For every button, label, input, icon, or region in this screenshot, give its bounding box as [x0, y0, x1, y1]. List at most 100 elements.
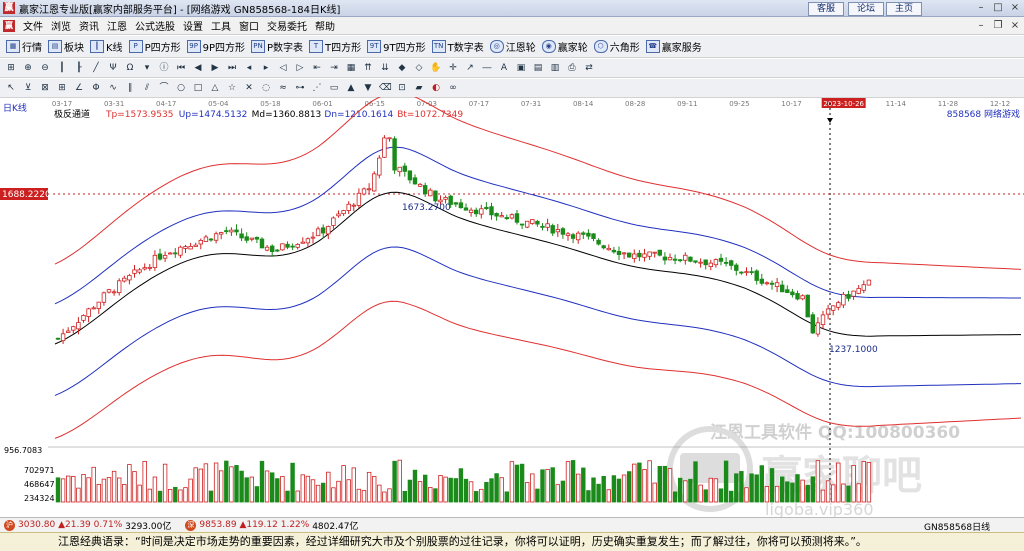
close-icon[interactable]: ×: [1009, 2, 1021, 14]
child-restore-icon[interactable]: ❐: [992, 20, 1004, 32]
toolbar-hexagon-button[interactable]: ⬡ 六角形: [593, 39, 640, 54]
horizontal-line-icon[interactable]: ―: [481, 62, 493, 74]
first-page-icon[interactable]: ⏮: [175, 62, 187, 74]
align-top-icon[interactable]: ⇈: [362, 62, 374, 74]
gann-grid-icon[interactable]: ⊞: [56, 82, 68, 94]
menu-news[interactable]: 资讯: [79, 18, 99, 33]
wave-icon[interactable]: ≈: [277, 82, 289, 94]
chart-icon[interactable]: ▥: [549, 62, 561, 74]
toolbar-9p-square-button[interactable]: 9P 9P四方形: [186, 39, 245, 54]
save-layout-icon[interactable]: ▰: [413, 82, 425, 94]
child-minimize-icon[interactable]: –: [975, 20, 987, 32]
toolbar-quotes-button[interactable]: ▦ 行情: [6, 39, 42, 54]
child-close-icon[interactable]: ×: [1009, 20, 1021, 32]
prev-page-icon[interactable]: ◀: [192, 62, 204, 74]
grid-toggle-icon[interactable]: ▦: [345, 62, 357, 74]
dropdown-icon[interactable]: ▾: [141, 62, 153, 74]
menu-settings[interactable]: 设置: [183, 18, 203, 33]
menu-gann[interactable]: 江恩: [107, 18, 127, 33]
minimize-icon[interactable]: –: [975, 2, 987, 14]
mark-down-icon[interactable]: ▼: [362, 82, 374, 94]
candle-body: [688, 256, 693, 262]
candle-style-icon[interactable]: ┃: [56, 62, 68, 74]
volume-bar: [627, 471, 632, 503]
star-icon[interactable]: ☆: [226, 82, 238, 94]
volume-bar: [560, 480, 566, 503]
candle-body: [866, 279, 872, 286]
homepage-link[interactable]: 主页: [886, 2, 922, 16]
speed-line-icon[interactable]: ⋰: [311, 82, 323, 94]
infinity-icon[interactable]: ∞: [447, 82, 459, 94]
toolbar-9t-square-button[interactable]: 9T 9T四方形: [367, 39, 426, 54]
erase-icon[interactable]: ⌫: [379, 82, 392, 94]
gann-box-icon[interactable]: ⊠: [39, 82, 51, 94]
trend-line-icon[interactable]: ↗: [464, 62, 476, 74]
align-bottom-icon[interactable]: ⇊: [379, 62, 391, 74]
text-tool-icon[interactable]: A: [498, 62, 510, 74]
toolbar-winner-wheel-button[interactable]: ◉ 赢家轮: [541, 39, 588, 54]
spiral-icon[interactable]: ◌: [260, 82, 272, 94]
toolbar-p-square-button[interactable]: P P四方形: [128, 39, 181, 54]
toolbar-p-table-button[interactable]: PN P数字表: [251, 39, 303, 54]
menu-browse[interactable]: 浏览: [51, 18, 71, 33]
indicator-icon[interactable]: Ψ: [107, 62, 119, 74]
color-wheel-icon[interactable]: ◐: [430, 82, 442, 94]
last-page-icon[interactable]: ⏭: [226, 62, 238, 74]
ruler-icon[interactable]: ⊶: [294, 82, 306, 94]
cycle-icon[interactable]: ∿: [107, 82, 119, 94]
triangle-icon[interactable]: △: [209, 82, 221, 94]
calendar-icon[interactable]: ▣: [515, 62, 527, 74]
menu-tools[interactable]: 工具: [211, 18, 231, 33]
cursor-icon[interactable]: ↖: [5, 82, 17, 94]
menu-file[interactable]: 文件: [23, 18, 43, 33]
customer-service-link[interactable]: 客服: [808, 2, 844, 16]
fibonacci-icon[interactable]: Φ: [90, 82, 102, 94]
menu-help[interactable]: 帮助: [315, 18, 335, 33]
channel-icon[interactable]: ∥: [124, 82, 136, 94]
crosshair-icon[interactable]: ✛: [447, 62, 459, 74]
zoom-in-icon[interactable]: ⊕: [22, 62, 34, 74]
overlay-icon[interactable]: Ω: [124, 62, 136, 74]
kline-chart[interactable]: 03-17 03-31 04-17 05-04 05-18 06-01 06-15 07-03…: [0, 97, 1024, 517]
scroll-left-icon[interactable]: ◂: [243, 62, 255, 74]
line-style-icon[interactable]: ╱: [90, 62, 102, 74]
toolbar-kline-button[interactable]: ┃ K线: [90, 39, 123, 54]
table-icon[interactable]: ▤: [532, 62, 544, 74]
period-select-icon[interactable]: ⊞: [5, 62, 17, 74]
compress-icon[interactable]: ⇤: [311, 62, 323, 74]
forum-link[interactable]: 论坛: [848, 2, 884, 16]
bar-style-icon[interactable]: ┠: [73, 62, 85, 74]
angle-line-icon[interactable]: ∠: [73, 82, 85, 94]
hand-icon[interactable]: ✋: [430, 62, 442, 74]
lock-icon[interactable]: ⊡: [396, 82, 408, 94]
gann-fan-icon[interactable]: ⊻: [22, 82, 34, 94]
toolbar-t-table-button[interactable]: TN T数字表: [431, 39, 484, 54]
arc-icon[interactable]: ⌒: [158, 82, 170, 94]
parallel-icon[interactable]: ⫽: [141, 82, 153, 94]
toolbar-blocks-button[interactable]: ▤ 板块: [48, 39, 84, 54]
toolbar-t-square-button[interactable]: T T四方形: [309, 39, 361, 54]
zoom-out-icon[interactable]: ⊖: [39, 62, 51, 74]
menu-window[interactable]: 窗口: [239, 18, 259, 33]
menu-formula[interactable]: 公式选股: [135, 18, 175, 33]
toolbar-service-button[interactable]: ☎ 赢家服务: [645, 39, 702, 54]
print-icon[interactable]: ⎙: [566, 62, 578, 74]
trade-icon[interactable]: ⇄: [583, 62, 595, 74]
candle-body: [764, 282, 770, 285]
square-icon[interactable]: □: [192, 82, 204, 94]
expand-icon[interactable]: ⇥: [328, 62, 340, 74]
info-icon[interactable]: ⓘ: [158, 62, 170, 74]
diamond-down-icon[interactable]: ◇: [413, 62, 425, 74]
maximize-icon[interactable]: □: [992, 2, 1004, 14]
next-page-icon[interactable]: ▶: [209, 62, 221, 74]
cross-icon[interactable]: ✕: [243, 82, 255, 94]
circle-icon[interactable]: ○: [175, 82, 187, 94]
menu-trade[interactable]: 交易委托: [267, 18, 307, 33]
box-icon[interactable]: ▭: [328, 82, 340, 94]
toolbar-gann-wheel-button[interactable]: ◎ 江恩轮: [489, 39, 536, 54]
mark-up-icon[interactable]: ▲: [345, 82, 357, 94]
diamond-up-icon[interactable]: ◆: [396, 62, 408, 74]
scroll-right-icon[interactable]: ▸: [260, 62, 272, 74]
arrow-right-icon[interactable]: ▷: [294, 62, 306, 74]
arrow-left-icon[interactable]: ◁: [277, 62, 289, 74]
